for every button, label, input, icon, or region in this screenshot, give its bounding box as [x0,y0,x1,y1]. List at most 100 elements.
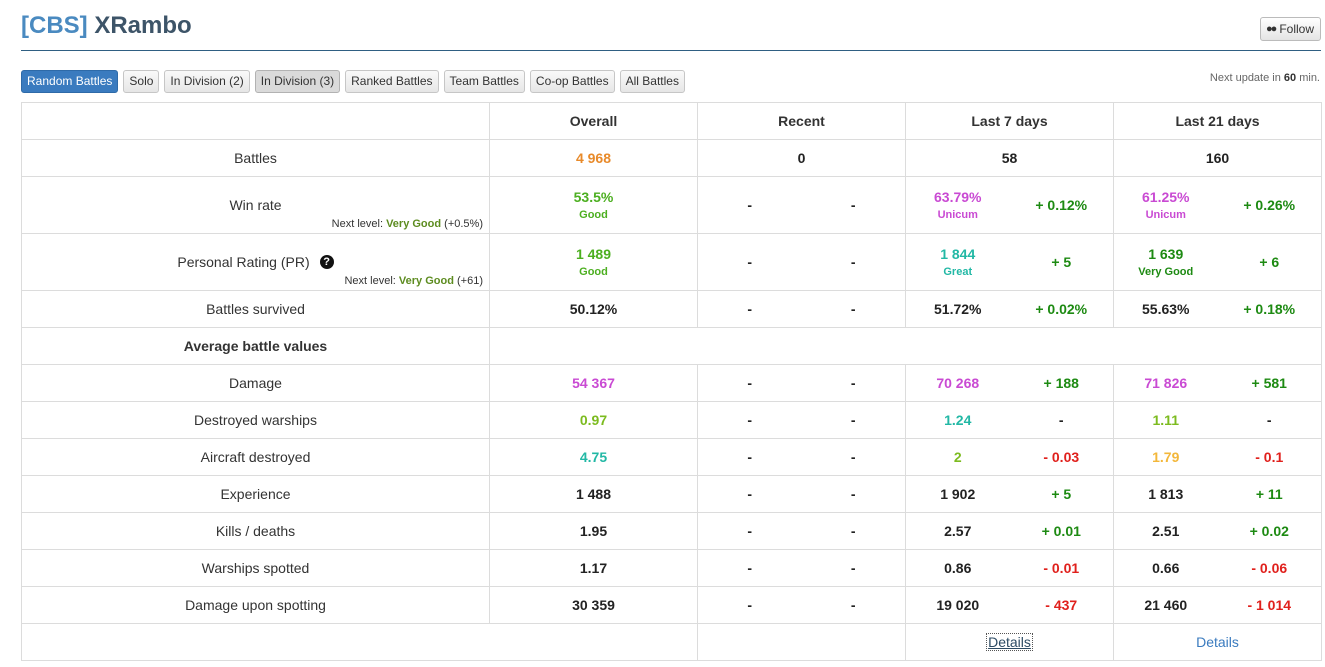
winrate-last21-diff: + 0.26% [1243,197,1296,213]
row-label: Personal Rating (PR) [177,254,310,270]
value-last21: 21 460 [1144,597,1188,613]
winrate-last7: 63.79% [934,189,982,205]
value-overall: 30 359 [572,597,615,613]
table-row-winrate: Win rate Next level: Very Good (+0.5%) 5… [21,176,1322,234]
col-header-last21: Last 21 days [1113,102,1322,140]
value-overall: 4.75 [579,449,608,465]
row-label: Kills / deaths [21,512,490,550]
table-row-pr: Personal Rating (PR) ? Next level: Very … [21,233,1322,291]
diff-last7: + 0.01 [1041,523,1081,539]
pr-last7: 1 844 [940,246,976,262]
diff-last7: + 188 [1043,375,1079,391]
follow-button[interactable]: ●● Follow [1260,17,1321,41]
table-row: Aircraft destroyed 4.75- -2- 0.03 1.79- 0.1 [21,438,1322,476]
row-label: Damage [21,364,490,402]
table-row: Damage 54 367- -70 268 + 188 71 826 + 581 [21,364,1322,402]
table-row-section: Average battle values [21,327,1322,365]
next-update-notice: Next update in 60 min. [1209,72,1320,84]
row-label: Experience [21,475,490,513]
row-label: Aircraft destroyed [21,438,490,476]
tab-team-battles[interactable]: Team Battles [443,70,525,93]
diff-last7: - [1058,412,1064,428]
tab-random-battles[interactable]: Random Battles [21,70,119,93]
value-last21: 2.51 [1152,523,1180,539]
player-name: XRambo [94,12,192,39]
details-link-last21[interactable]: Details [1196,634,1239,650]
battles-recent: 0 [797,150,806,166]
value-overall: 1.17 [579,560,608,576]
section-heading: Average battle values [21,327,490,365]
value-last21: 1 813 [1148,486,1184,502]
diff-last21: - 1 014 [1247,597,1292,613]
table-header-row: Overall Recent Last 7 days Last 21 days [21,102,1322,140]
winrate-overall-grade: Good [579,209,608,221]
value-last7: 70 268 [936,375,980,391]
player-title: [CBS] XRambo [21,12,192,40]
row-label: Destroyed warships [21,401,490,439]
tab-coop-battles[interactable]: Co-op Battles [529,70,615,93]
diff-last21: - 0.06 [1251,560,1288,576]
battles-last21: 160 [1205,150,1230,166]
value-last7: 0.86 [944,560,972,576]
battles-overall: 4 968 [575,150,612,166]
value-overall: 0.97 [579,412,608,428]
winrate-overall: 53.5% [573,189,614,205]
tab-all-battles[interactable]: All Battles [619,70,685,93]
winrate-last21: 61.25% [1142,189,1190,205]
page-header: [CBS] XRambo ●● Follow [21,12,1321,51]
table-row-survived: Battles survived 50.12% -- 51.72% + 0.02%… [21,290,1322,328]
battles-last7: 58 [1001,150,1018,166]
value-last21: 1.79 [1152,449,1180,465]
next-level-hint: Next level: Very Good (+61) [344,275,483,287]
table-row: Kills / deaths 1.95- -2.57 + 0.01 2.51 + 0.02 [21,512,1322,550]
tab-ranked-battles[interactable]: Ranked Battles [345,70,439,93]
pr-last21: 1 639 [1148,246,1184,262]
table-footer-row: Details Details [21,623,1322,661]
value-last7: 2.57 [944,523,972,539]
table-row: Destroyed warships 0.97- -1.24-1.11- [21,401,1322,439]
value-last7: 19 020 [936,597,980,613]
row-label: Battles [21,139,490,177]
col-header-recent: Recent [697,102,906,140]
row-label: Damage upon spotting [21,586,490,624]
diff-last21: - 0.1 [1255,449,1284,465]
row-label: Win rate [229,197,282,213]
value-last21: 71 826 [1144,375,1188,391]
value-last7: 1 902 [940,486,976,502]
tab-solo[interactable]: Solo [123,70,160,93]
average-values-body: Damage 54 367 - - 70 268 + 188 71 826 + 581 Dest… [21,364,1322,624]
value-overall: 54 367 [572,375,615,391]
tab-in-division-3[interactable]: In Division (3) [254,70,341,93]
question-circle-icon[interactable]: ? [319,255,334,269]
value-last7: 2 [953,449,962,465]
clan-tag[interactable]: [CBS] [21,12,88,39]
diff-last21: + 0.02 [1249,523,1289,539]
row-label: Battles survived [21,290,490,328]
row-label: Warships spotted [21,549,490,587]
value-overall: 1 488 [575,486,612,502]
follow-label: Follow [1279,22,1314,36]
diff-last21: + 581 [1251,375,1287,391]
value-last21: 0.66 [1152,560,1180,576]
diff-last21: + 11 [1255,486,1283,502]
next-level-hint: Next level: Very Good (+0.5%) [331,218,483,230]
col-header-overall: Overall [489,102,698,140]
pr-last21-diff: + 6 [1259,254,1280,270]
winrate-last7-diff: + 0.12% [1035,197,1088,213]
battle-type-tabs: Random Battles Solo In Division (2) In D… [21,70,685,93]
table-row: Damage upon spotting 30 359- -19 020- 437 2… [21,586,1322,624]
table-row: Warships spotted 1.17- -0.86- 0.01 0.66- 0.… [21,549,1322,587]
value-last21: 1.11 [1152,412,1179,428]
details-link-last7[interactable]: Details [986,633,1033,651]
tab-in-division-2[interactable]: In Division (2) [164,70,250,93]
pr-overall: 1 489 [575,246,612,262]
value-last7: 1.24 [944,412,972,428]
stats-table: Overall Recent Last 7 days Last 21 days … [21,102,1322,661]
diff-last7: - 0.03 [1043,449,1080,465]
col-header-last7: Last 7 days [905,102,1114,140]
diff-last21: - [1266,412,1272,428]
diff-last7: + 5 [1051,486,1072,502]
diff-last7: - 0.01 [1043,560,1080,576]
pr-last7-diff: + 5 [1051,254,1072,270]
value-overall: 1.95 [579,523,608,539]
